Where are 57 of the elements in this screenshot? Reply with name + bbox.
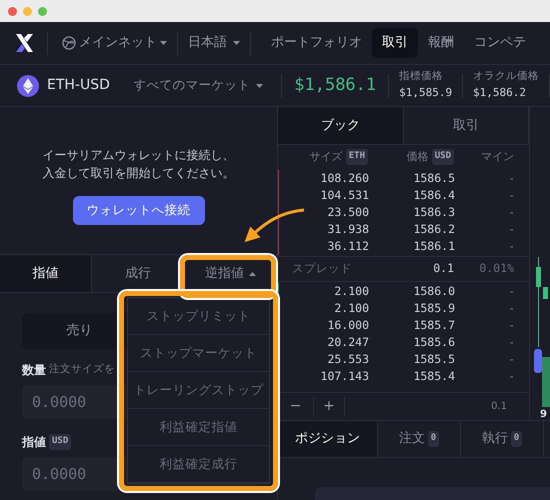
book-cell-text: 1585.5	[412, 350, 455, 368]
unit-tag: USD	[432, 149, 454, 165]
count-badge: 0	[428, 431, 440, 447]
book-cell-text: 1586.1	[412, 238, 455, 255]
book-cell-text: -	[507, 282, 515, 300]
book-cell-text: -	[507, 186, 515, 204]
book-cell-text: 1585.6	[412, 334, 455, 351]
unit-tag: ETH	[346, 149, 368, 165]
tick-size: 0.1	[491, 400, 507, 414]
book-cell-text: 16.000	[326, 316, 369, 334]
book-cell-text: 1585.9	[412, 300, 455, 317]
book-cell-text: 1586.0	[412, 282, 455, 300]
book-cell-text: 1586.3	[412, 204, 455, 221]
book-cell-text: -	[507, 368, 515, 385]
book-cell-text: 1585.7	[412, 316, 455, 334]
book-cell-text: 1586.5	[412, 170, 455, 187]
book-cell-text: -	[507, 334, 515, 351]
book-cell-text: 23.500	[326, 204, 369, 221]
book-cell-text: 108.260	[320, 170, 369, 187]
book-cell-text: -	[507, 300, 515, 317]
connect-message: イーサリアムウォレットに接続し、	[42, 147, 234, 164]
book-cell-text: -	[507, 170, 515, 187]
market-price: $1,586.1	[293, 74, 378, 97]
stat-label: オラクル価格	[473, 69, 540, 84]
field-label: 指値	[22, 434, 46, 451]
spread-label: スプレッド	[291, 260, 353, 278]
book-cell-text: -	[507, 350, 515, 368]
book-cell-text: 2.100	[333, 300, 369, 317]
book-cell-text: 107.143	[320, 368, 369, 385]
count-badge: 0	[510, 431, 522, 447]
market-symbol: ETH-USD	[47, 76, 111, 95]
book-cell-text: -	[507, 316, 515, 334]
book-cell-text: -	[507, 238, 515, 255]
column-header: 価格	[406, 148, 429, 165]
spread-value: 0.1	[432, 260, 454, 278]
book-cell-text: 1586.4	[412, 186, 455, 204]
column-header: サイズ	[310, 148, 343, 165]
spread-percent: 0.01%	[478, 260, 514, 278]
unit-tag: USD	[49, 434, 72, 450]
stat-value: $1,585.9	[399, 85, 452, 102]
book-cell-text: 1586.2	[412, 220, 455, 238]
column-header: マイン	[481, 148, 514, 165]
book-cell-text: 31.938	[326, 220, 369, 238]
book-cell-text: 104.531	[320, 186, 369, 204]
book-cell-text: 36.112	[326, 238, 369, 255]
field-hint: 注文サイズを	[49, 362, 115, 378]
book-cell-text: -	[507, 220, 515, 238]
book-cell-text: 20.247	[326, 334, 369, 351]
connect-message: 入金して取引を開始してください。	[42, 165, 234, 182]
stat-label: 指標価格	[399, 69, 444, 84]
book-cell-text: 2.100	[333, 282, 369, 300]
book-cell-text: 25.553	[326, 350, 369, 368]
book-cell-text: -	[507, 204, 515, 221]
field-label: 数量	[22, 362, 46, 379]
book-cell-text: 1585.4	[412, 368, 455, 385]
stat-value: $1,586.2	[473, 85, 528, 102]
axis-label: 9	[540, 408, 547, 422]
